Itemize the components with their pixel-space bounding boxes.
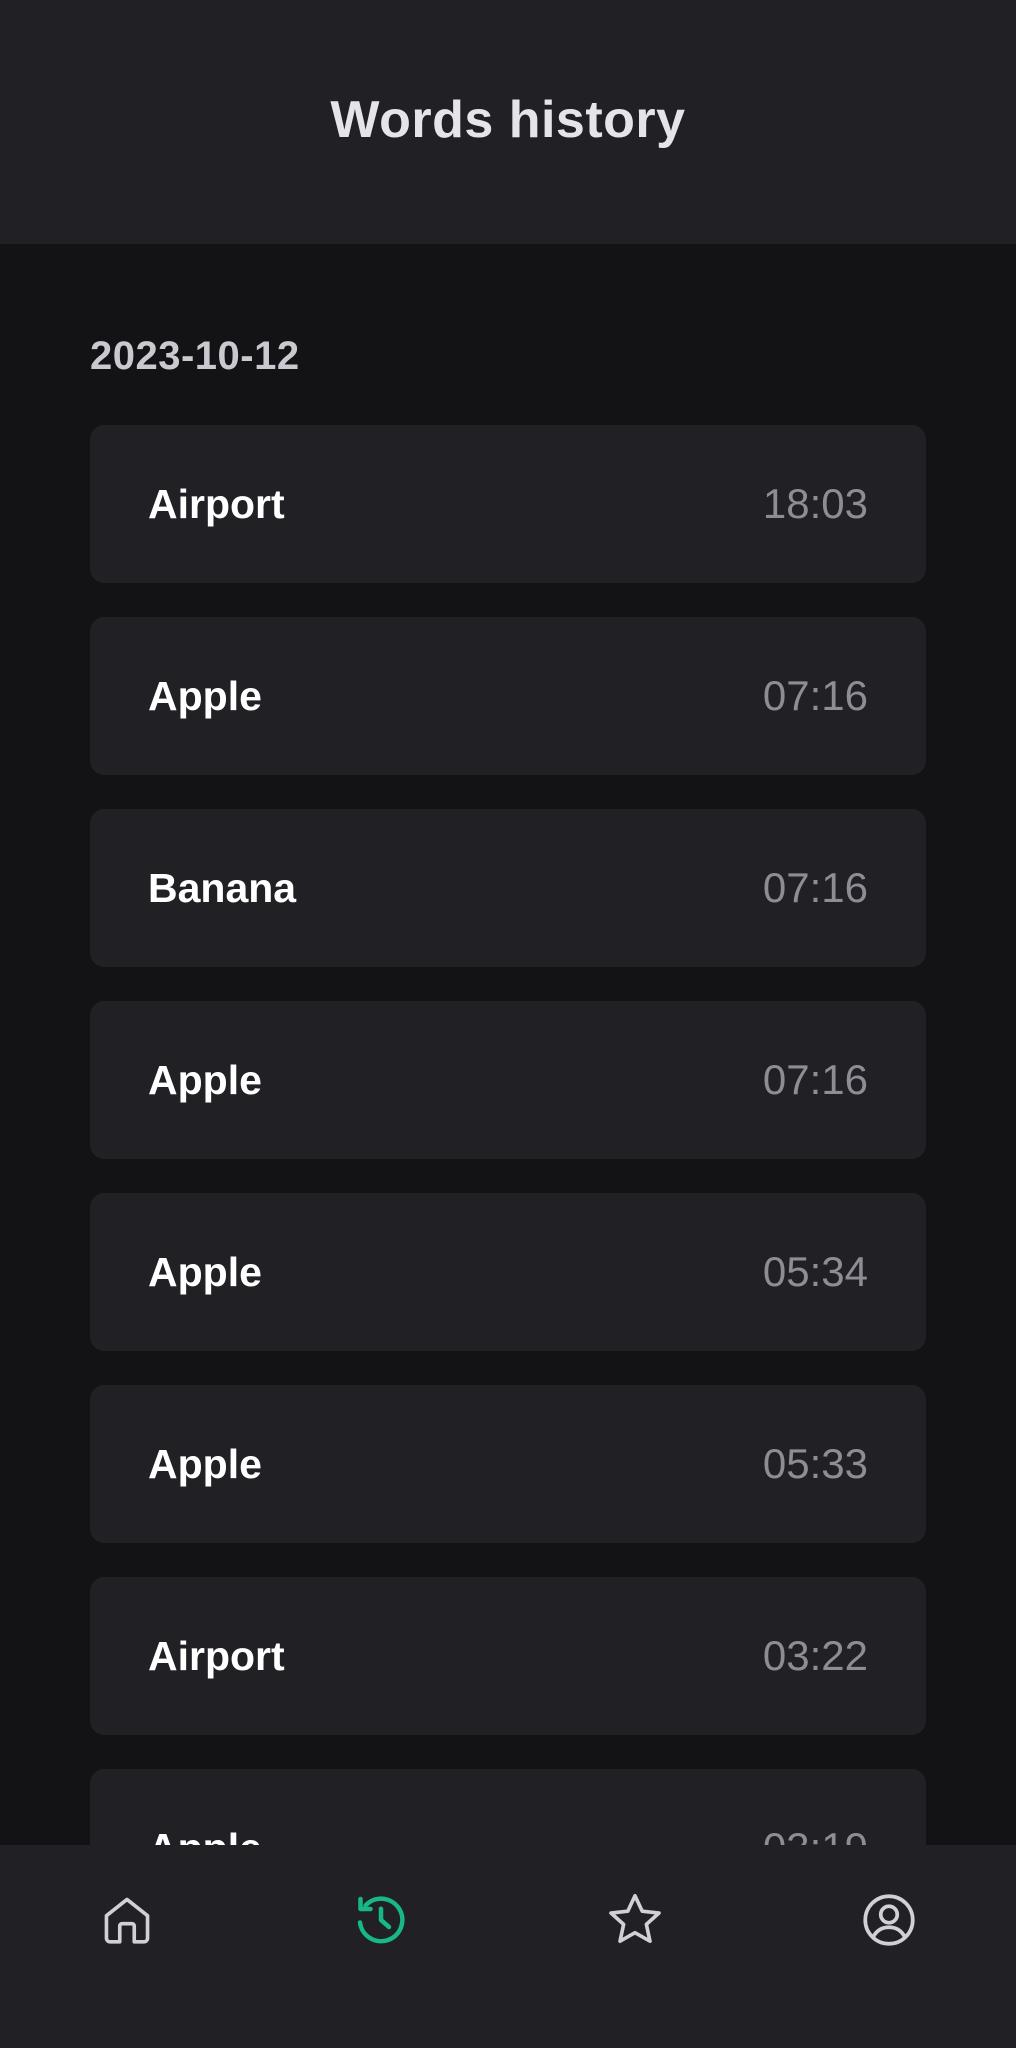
history-word: Airport bbox=[148, 480, 285, 527]
history-word: Apple bbox=[148, 1440, 262, 1487]
history-word: Apple bbox=[148, 1248, 262, 1295]
history-icon bbox=[351, 1890, 411, 1950]
history-time: 03:22 bbox=[762, 1632, 868, 1679]
history-word: Airport bbox=[148, 1632, 285, 1679]
tab-profile[interactable] bbox=[762, 1845, 1016, 1995]
history-word: Banana bbox=[148, 864, 297, 911]
history-scroll-area[interactable]: 2023-10-12 Airport 18:03 Apple 07:16 Ban… bbox=[0, 244, 1016, 1845]
history-item[interactable]: Airport 18:03 bbox=[90, 425, 926, 583]
history-item[interactable]: Apple 05:34 bbox=[90, 1193, 926, 1351]
top-app-bar: Words history bbox=[0, 0, 1016, 244]
home-icon bbox=[98, 1891, 156, 1949]
history-time: 07:16 bbox=[762, 864, 868, 911]
history-word: Apple bbox=[148, 1825, 262, 1846]
date-heading: 2023-10-12 bbox=[90, 334, 300, 378]
bottom-navigation-bar bbox=[0, 1845, 1016, 2048]
history-time: 05:34 bbox=[762, 1248, 868, 1295]
history-item[interactable]: Banana 07:16 bbox=[90, 809, 926, 967]
tab-favorites[interactable] bbox=[508, 1845, 762, 1995]
history-word: Apple bbox=[148, 672, 262, 719]
history-time: 05:33 bbox=[762, 1440, 868, 1487]
tab-home[interactable] bbox=[0, 1845, 254, 1995]
profile-icon bbox=[859, 1890, 919, 1950]
history-item[interactable]: Apple 07:16 bbox=[90, 1001, 926, 1159]
page-title: Words history bbox=[330, 91, 686, 149]
history-time: 07:16 bbox=[762, 1056, 868, 1103]
tab-history[interactable] bbox=[254, 1845, 508, 1995]
history-time: 03:19 bbox=[763, 1824, 868, 1845]
history-time: 18:03 bbox=[762, 480, 868, 527]
history-item[interactable]: Apple 05:33 bbox=[90, 1385, 926, 1543]
history-item[interactable]: Airport 03:22 bbox=[90, 1577, 926, 1735]
history-word: Apple bbox=[148, 1056, 262, 1103]
history-time: 07:16 bbox=[762, 672, 868, 719]
history-list: Airport 18:03 Apple 07:16 Banana 07:16 A… bbox=[90, 425, 926, 1845]
star-icon bbox=[604, 1889, 666, 1951]
history-item[interactable]: Apple 07:16 bbox=[90, 617, 926, 775]
history-item[interactable]: Apple 03:19 bbox=[90, 1769, 926, 1845]
